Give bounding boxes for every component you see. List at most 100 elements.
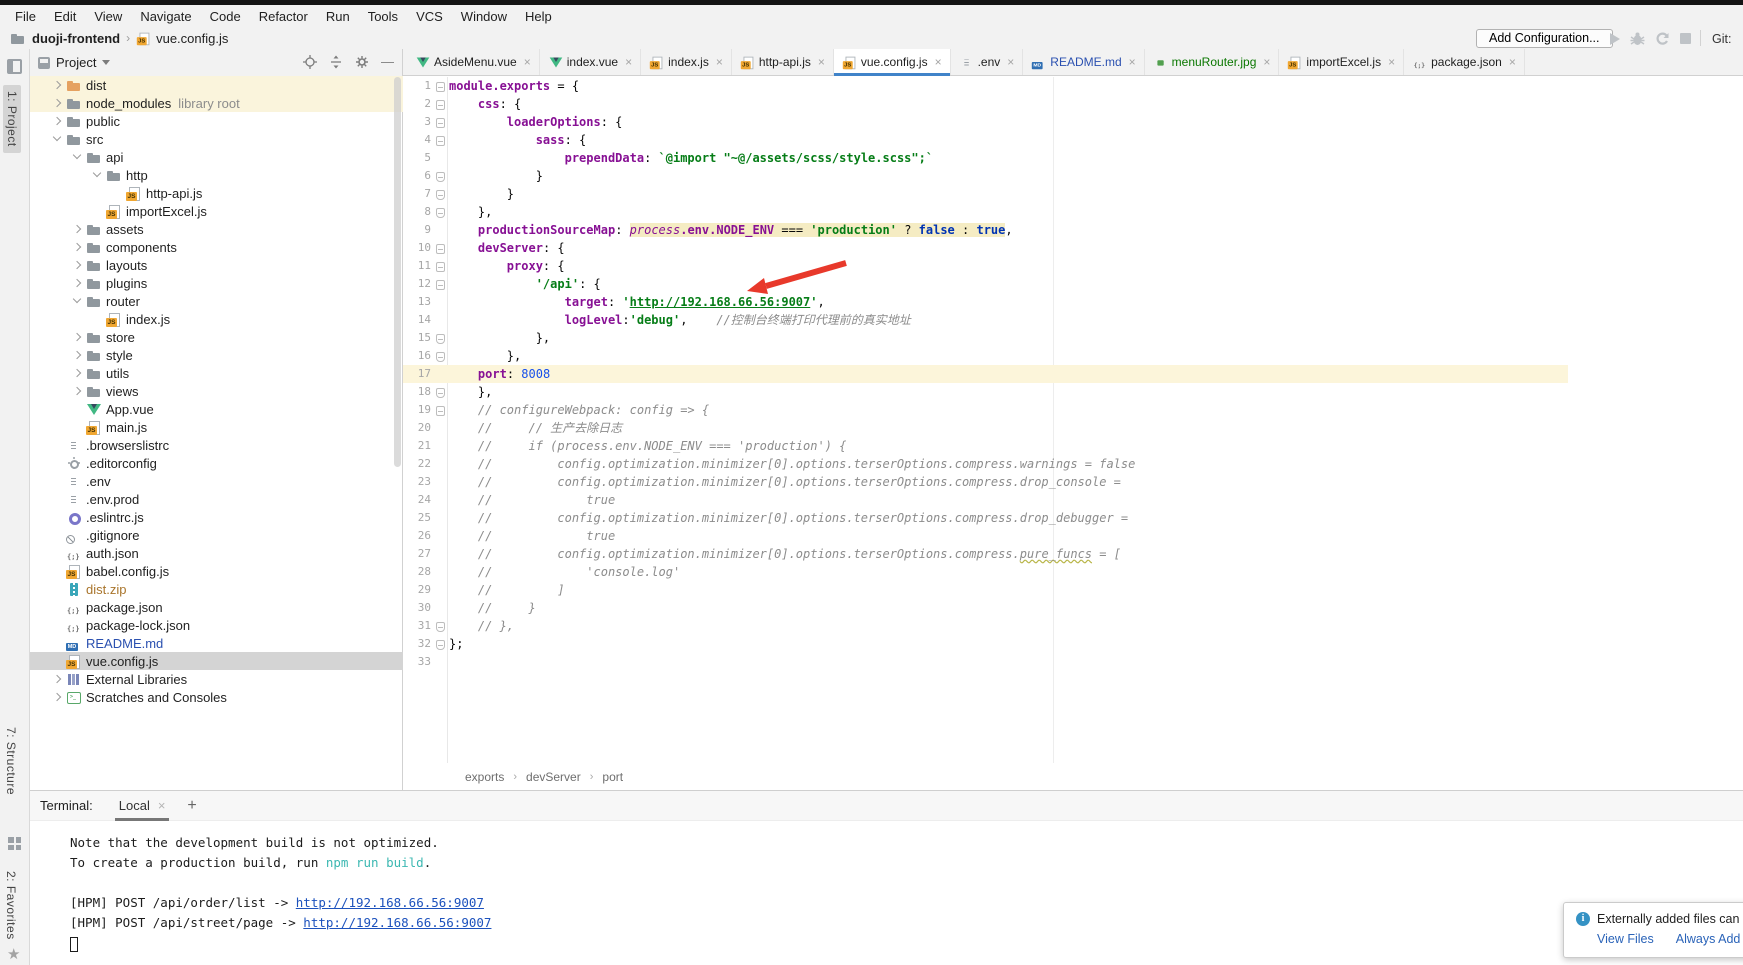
fold-marker-icon[interactable]	[433, 113, 447, 131]
chevron-expanded-icon[interactable]	[68, 148, 86, 166]
tree-item-index-js[interactable]: index.js	[30, 310, 403, 328]
breadcrumb-port[interactable]: port	[602, 770, 623, 784]
close-icon[interactable]: ×	[818, 55, 825, 69]
tree-item-style[interactable]: style	[30, 346, 403, 364]
editor-tab-package-json[interactable]: package.json×	[1404, 49, 1525, 75]
project-panel-title[interactable]: Project	[56, 55, 96, 70]
chevron-collapsed-icon[interactable]	[68, 382, 86, 400]
tree-item-plugins[interactable]: plugins	[30, 274, 403, 292]
editor-tab-menurouter-jpg[interactable]: menuRouter.jpg×	[1145, 49, 1280, 75]
fold-marker-icon[interactable]	[433, 383, 447, 401]
tree-item--eslintrc-js[interactable]: .eslintrc.js	[30, 508, 403, 526]
debug-bug-icon[interactable]	[1630, 31, 1645, 46]
chevron-collapsed-icon[interactable]	[68, 256, 86, 274]
chevron-collapsed-icon[interactable]	[68, 238, 86, 256]
chevron-collapsed-icon[interactable]	[48, 688, 66, 706]
stripe-favorites-button[interactable]: 2: Favorites	[4, 871, 18, 940]
stop-icon[interactable]	[1680, 33, 1691, 44]
editor-tab-index-vue[interactable]: index.vue×	[540, 49, 641, 75]
tree-item--env-prod[interactable]: .env.prod	[30, 490, 403, 508]
tree-item-api[interactable]: api	[30, 148, 403, 166]
close-icon[interactable]: ×	[716, 55, 723, 69]
editor-tab--env[interactable]: .env×	[951, 49, 1024, 75]
tree-item-assets[interactable]: assets	[30, 220, 403, 238]
chevron-collapsed-icon[interactable]	[48, 94, 66, 112]
chevron-collapsed-icon[interactable]	[68, 346, 86, 364]
always-add-link[interactable]: Always Add	[1676, 932, 1741, 946]
tree-item-http[interactable]: http	[30, 166, 403, 184]
new-terminal-button[interactable]: +	[187, 797, 196, 815]
fold-marker-icon[interactable]	[433, 95, 447, 113]
menu-code[interactable]: Code	[201, 7, 250, 26]
tree-item-readme-md[interactable]: README.md	[30, 634, 403, 652]
tree-scrollbar-thumb[interactable]	[394, 77, 401, 467]
menu-refactor[interactable]: Refactor	[250, 7, 317, 26]
tree-item-layouts[interactable]: layouts	[30, 256, 403, 274]
tree-item-router[interactable]: router	[30, 292, 403, 310]
menu-help[interactable]: Help	[516, 7, 561, 26]
editor-tab-http-api-js[interactable]: http-api.js×	[732, 49, 834, 75]
tree-item-external-libraries[interactable]: External Libraries	[30, 670, 403, 688]
tree-item--browserslistrc[interactable]: .browserslistrc	[30, 436, 403, 454]
gear-icon[interactable]	[355, 55, 369, 69]
fold-marker-icon[interactable]	[433, 239, 447, 257]
chevron-expanded-icon[interactable]	[88, 166, 106, 184]
tree-item-auth-json[interactable]: auth.json	[30, 544, 403, 562]
locate-file-icon[interactable]	[303, 55, 317, 69]
tree-item-utils[interactable]: utils	[30, 364, 403, 382]
close-icon[interactable]: ×	[1388, 55, 1395, 69]
project-tree[interactable]: distnode_moduleslibrary rootpublicsrcapi…	[30, 76, 403, 790]
terminal-tab-local[interactable]: Local×	[115, 791, 170, 821]
chevron-collapsed-icon[interactable]	[68, 274, 86, 292]
fold-marker-icon[interactable]	[433, 257, 447, 275]
menu-file[interactable]: File	[6, 7, 45, 26]
tree-item-scratches-and-consoles[interactable]: Scratches and Consoles	[30, 688, 403, 706]
fold-marker-icon[interactable]	[433, 185, 447, 203]
terminal-link[interactable]: http://192.168.66.56:9007	[296, 895, 484, 910]
tree-item-store[interactable]: store	[30, 328, 403, 346]
tree-item-dist[interactable]: dist	[30, 76, 403, 94]
chevron-expanded-icon[interactable]	[68, 292, 86, 310]
close-icon[interactable]: ×	[1263, 55, 1270, 69]
tree-item-app-vue[interactable]: App.vue	[30, 400, 403, 418]
close-icon[interactable]: ×	[158, 798, 166, 813]
collapse-all-icon[interactable]	[329, 55, 343, 69]
tree-item-vue-config-js[interactable]: vue.config.js	[30, 652, 403, 670]
close-icon[interactable]: ×	[625, 55, 632, 69]
menu-edit[interactable]: Edit	[45, 7, 85, 26]
breadcrumb-exports[interactable]: exports	[465, 770, 504, 784]
terminal-link[interactable]: http://192.168.66.56:9007	[303, 915, 491, 930]
fold-marker-icon[interactable]	[433, 329, 447, 347]
menu-navigate[interactable]: Navigate	[131, 7, 200, 26]
chevron-down-icon[interactable]	[102, 60, 110, 65]
breadcrumb-file[interactable]: vue.config.js	[156, 31, 228, 46]
tree-item-babel-config-js[interactable]: babel.config.js	[30, 562, 403, 580]
menu-tools[interactable]: Tools	[359, 7, 407, 26]
chevron-collapsed-icon[interactable]	[68, 220, 86, 238]
fold-marker-icon[interactable]	[433, 275, 447, 293]
editor-tab-vue-config-js[interactable]: vue.config.js×	[834, 49, 951, 75]
editor-tab-asidemenu-vue[interactable]: AsideMenu.vue×	[407, 49, 540, 75]
tree-item-views[interactable]: views	[30, 382, 403, 400]
close-icon[interactable]: ×	[1129, 55, 1136, 69]
stripe-structure-button[interactable]: 7: Structure	[4, 727, 18, 795]
tree-item-http-api-js[interactable]: http-api.js	[30, 184, 403, 202]
stripe-project-button[interactable]: 1: Project	[3, 85, 21, 153]
breadcrumb-devServer[interactable]: devServer	[526, 770, 581, 784]
tree-item-public[interactable]: public	[30, 112, 403, 130]
close-icon[interactable]: ×	[524, 55, 531, 69]
tree-item--env[interactable]: .env	[30, 472, 403, 490]
tree-item-package-lock-json[interactable]: package-lock.json	[30, 616, 403, 634]
chevron-collapsed-icon[interactable]	[68, 328, 86, 346]
tree-item--editorconfig[interactable]: .editorconfig	[30, 454, 403, 472]
menu-window[interactable]: Window	[452, 7, 516, 26]
code-editor[interactable]: 1module.exports = {2 css: {3 loaderOptio…	[403, 77, 1743, 785]
breadcrumb-project[interactable]: duoji-frontend	[32, 31, 120, 46]
fold-marker-icon[interactable]	[433, 401, 447, 419]
editor-breadcrumbs[interactable]: exports›devServer›port	[403, 764, 1743, 790]
chevron-collapsed-icon[interactable]	[68, 364, 86, 382]
editor-tab-index-js[interactable]: index.js×	[641, 49, 732, 75]
tool-window-icon[interactable]	[7, 59, 22, 74]
hide-panel-icon[interactable]: —	[381, 54, 394, 69]
fold-marker-icon[interactable]	[433, 635, 447, 653]
